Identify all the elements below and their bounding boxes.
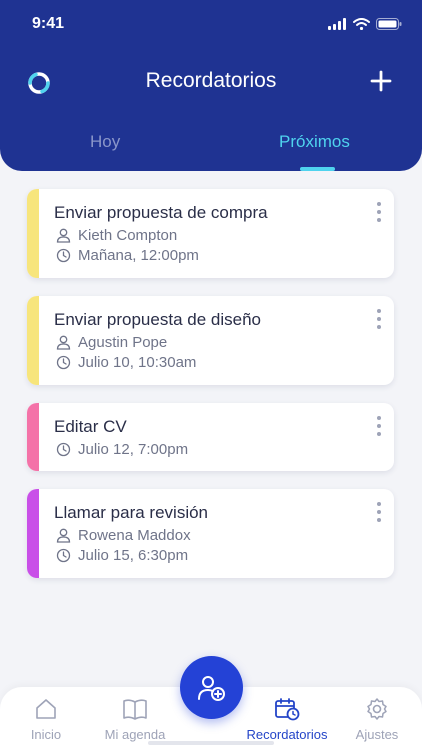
reminder-card[interactable]: Enviar propuesta de compra Kieth Compton… [27, 189, 394, 278]
clock-icon [56, 548, 71, 563]
reminder-card[interactable]: Editar CV Julio 12, 7:00pm [27, 403, 394, 471]
priority-stripe [27, 489, 39, 578]
clock-icon [56, 442, 71, 457]
nav-label: Recordatorios [246, 727, 328, 742]
wifi-icon [353, 18, 370, 30]
reminder-time-row: Julio 10, 10:30am [56, 354, 196, 371]
priority-stripe [27, 403, 39, 471]
more-options-icon[interactable] [374, 501, 384, 523]
more-options-icon[interactable] [374, 201, 384, 223]
tab-hoy[interactable]: Hoy [90, 132, 120, 152]
reminder-person: Kieth Compton [78, 227, 178, 244]
add-icon[interactable] [368, 68, 394, 94]
more-options-icon[interactable] [374, 308, 384, 330]
status-bar: 9:41 [0, 0, 422, 50]
home-icon [36, 699, 56, 719]
gear-icon [367, 698, 387, 720]
calendar-clock-icon [275, 698, 300, 721]
home-indicator [148, 741, 274, 745]
signal-icon [328, 18, 346, 30]
app-header: 9:41 Recordatorios Hoy Próximos [0, 0, 422, 171]
nav-item-inicio[interactable]: Inicio [28, 697, 64, 742]
reminder-time-row: Julio 15, 6:30pm [56, 547, 188, 564]
reminder-person: Agustin Pope [78, 334, 168, 351]
reminder-person-row: Kieth Compton [56, 227, 177, 244]
status-time: 9:41 [32, 15, 65, 32]
battery-icon [376, 18, 402, 30]
nav-item-ajustes[interactable]: Ajustes [352, 697, 402, 742]
clock-icon [56, 248, 71, 263]
page-title: Recordatorios [145, 69, 277, 92]
add-contact-button[interactable] [180, 656, 243, 719]
reminder-title: Llamar para revisión [54, 503, 209, 522]
priority-stripe [27, 296, 39, 385]
tab-active-indicator [300, 167, 335, 171]
nav-item-recordatorios[interactable]: Recordatorios [244, 697, 330, 742]
book-icon [123, 699, 147, 720]
person-icon [56, 528, 71, 543]
person-icon [56, 228, 71, 243]
nav-item-mi-agenda[interactable]: Mi agenda [98, 697, 172, 742]
reminder-title: Enviar propuesta de diseño [54, 310, 261, 329]
reminder-time-row: Julio 12, 7:00pm [56, 441, 188, 458]
reminder-person-row: Agustin Pope [56, 334, 167, 351]
more-options-icon[interactable] [374, 415, 384, 437]
reminder-time: Julio 12, 7:00pm [78, 441, 189, 458]
clock-icon [56, 355, 71, 370]
reminder-time: Julio 15, 6:30pm [78, 547, 189, 564]
reminder-card[interactable]: Llamar para revisión Rowena Maddox Julio… [27, 489, 394, 578]
reminder-title: Enviar propuesta de compra [54, 203, 268, 222]
reminder-person-row: Rowena Maddox [56, 527, 191, 544]
reminder-card[interactable]: Enviar propuesta de diseño Agustin Pope … [27, 296, 394, 385]
reminder-time-row: Mañana, 12:00pm [56, 247, 199, 264]
nav-label: Mi agenda [104, 727, 166, 742]
priority-stripe [27, 189, 39, 278]
reminder-time: Julio 10, 10:30am [78, 354, 197, 371]
tab-proximos[interactable]: Próximos [279, 132, 350, 152]
nav-label: Inicio [30, 727, 62, 742]
add-contact-icon [197, 675, 225, 701]
reminder-person: Rowena Maddox [78, 527, 191, 544]
reminder-time: Mañana, 12:00pm [78, 247, 199, 264]
status-icons [328, 18, 402, 30]
nav-label: Ajustes [355, 727, 399, 742]
reminder-title: Editar CV [54, 417, 127, 436]
person-icon [56, 335, 71, 350]
